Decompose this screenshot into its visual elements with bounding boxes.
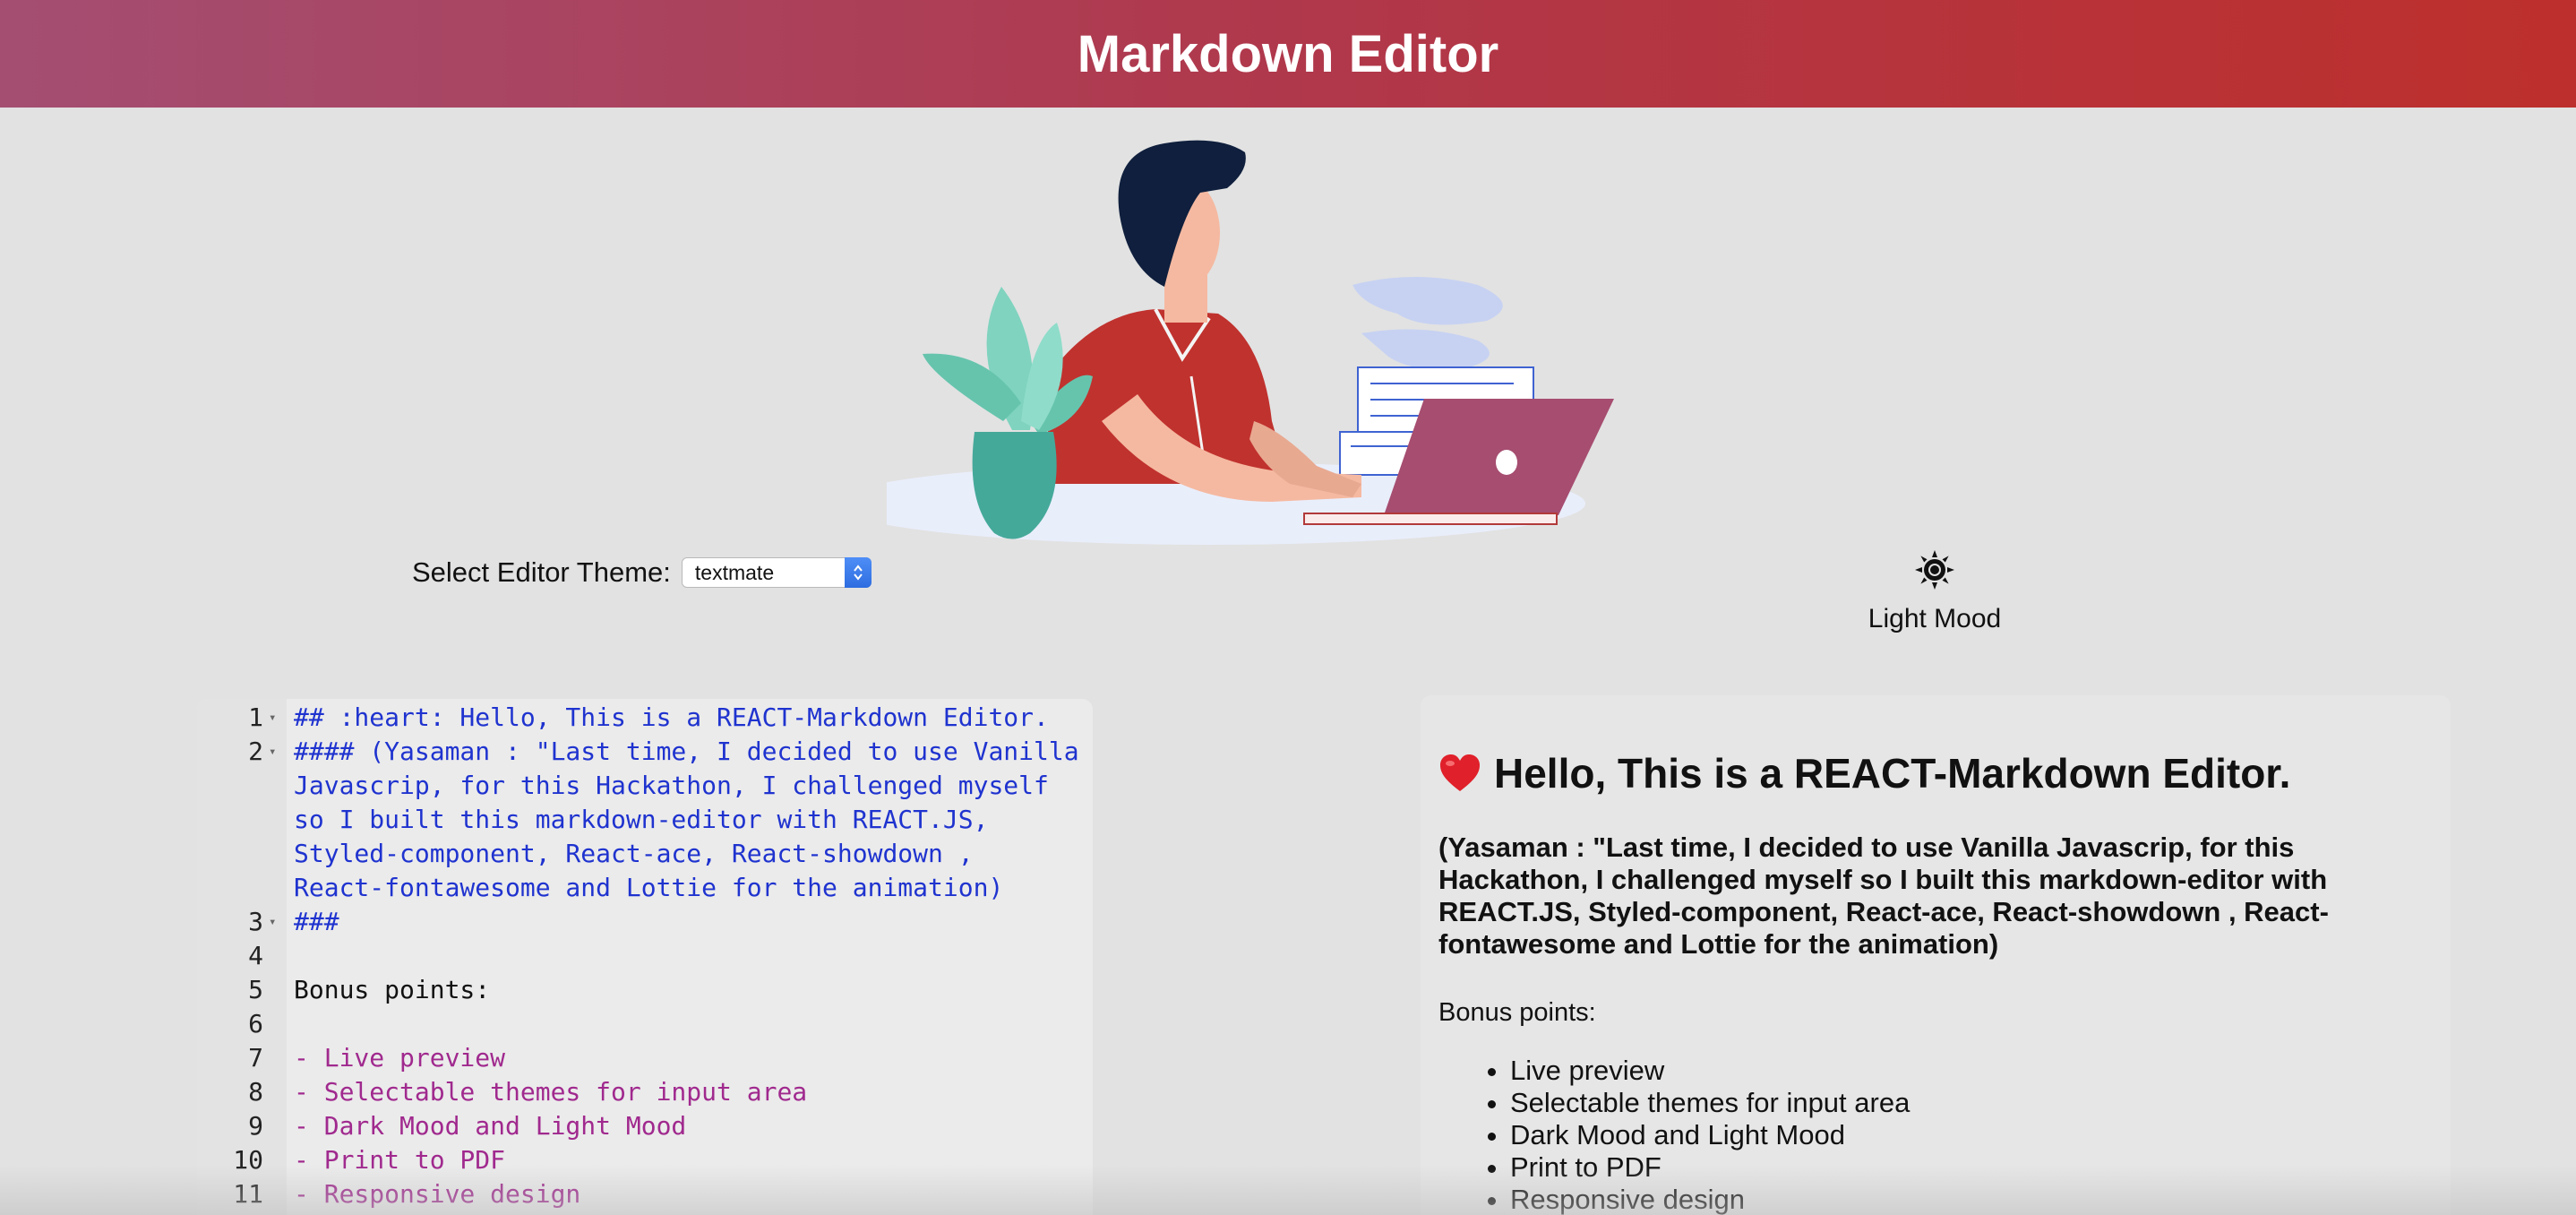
- list-item: Dark Mood and Light Mood: [1510, 1119, 2433, 1151]
- line-text: #### (Yasaman : "Last time, I decided to…: [294, 737, 1079, 766]
- preview-subheading: (Yasaman : "Last time, I decided to use …: [1438, 832, 2329, 960]
- editor-line[interactable]: React-fontawesome and Lottie for the ani…: [197, 871, 1093, 905]
- app-header: Markdown Editor: [0, 0, 2576, 108]
- line-number: 2: [248, 737, 263, 766]
- editor-line[interactable]: 2 ▾ #### (Yasaman : "Last time, I decided …: [197, 735, 1093, 769]
- developer-illustration: [887, 140, 1614, 545]
- editor-line[interactable]: 7 - Live preview: [197, 1041, 1093, 1075]
- editor-line[interactable]: so I built this markdown-editor with REA…: [197, 803, 1093, 837]
- mood-toggle-label: Light Mood: [1868, 604, 2002, 633]
- editor-line[interactable]: 1 ▾ ## :heart: Hello, This is a REACT-Mark…: [197, 701, 1093, 735]
- editor-line[interactable]: 9 - Dark Mood and Light Mood: [197, 1109, 1093, 1143]
- line-text: - Print to PDF: [294, 1145, 506, 1175]
- line-number: 9: [248, 1111, 263, 1141]
- theme-selector-row: Select Editor Theme: textmate: [412, 550, 872, 595]
- theme-select-dropdown[interactable]: textmate: [681, 557, 872, 588]
- line-text: so I built this markdown-editor with REA…: [294, 805, 989, 834]
- line-number: 10: [233, 1145, 263, 1175]
- line-text: React-fontawesome and Lottie for the ani…: [294, 873, 1004, 902]
- line-number: 7: [248, 1043, 263, 1073]
- list-item: Print to PDF: [1510, 1151, 2433, 1184]
- preview-heading: Hello, This is a REACT-Markdown Editor.: [1438, 749, 2433, 797]
- app-title: Markdown Editor: [1077, 24, 1499, 83]
- theme-select-value: textmate: [694, 560, 775, 584]
- line-text: Bonus points:: [294, 975, 491, 1004]
- editor-line[interactable]: Styled-component, React-ace, React-showd…: [197, 837, 1093, 871]
- line-text: - Dark Mood and Light Mood: [294, 1111, 687, 1141]
- updown-arrows-icon: [844, 557, 872, 588]
- markdown-preview: Hello, This is a REACT-Markdown Editor. …: [1421, 695, 2451, 1215]
- list-item: Responsive design: [1510, 1184, 2433, 1215]
- mood-toggle[interactable]: Light Mood: [1845, 548, 2024, 634]
- line-text: - Live preview: [294, 1043, 506, 1073]
- line-text: Styled-component, React-ace, React-showd…: [294, 839, 974, 868]
- sun-icon[interactable]: [1913, 548, 1956, 591]
- editor-line[interactable]: 11 - Responsive design: [197, 1177, 1093, 1211]
- line-number: 11: [233, 1179, 263, 1209]
- editor-line[interactable]: Javascrip, for this Hackathon, I challen…: [197, 769, 1093, 803]
- line-number: 6: [248, 1009, 263, 1038]
- line-number: 1: [248, 702, 263, 732]
- editor-line[interactable]: 8 - Selectable themes for input area: [197, 1075, 1093, 1109]
- line-text: Javascrip, for this Hackathon, I challen…: [294, 771, 1049, 800]
- editor-line[interactable]: 4: [197, 939, 1093, 973]
- editor-line[interactable]: 5 Bonus points:: [197, 973, 1093, 1007]
- heart-icon: [1440, 754, 1480, 791]
- markdown-editor[interactable]: 1 ▾ ## :heart: Hello, This is a REACT-Mark…: [197, 699, 1093, 1215]
- preview-heading-text: Hello, This is a REACT-Markdown Editor.: [1494, 750, 2291, 797]
- list-item: Live preview: [1510, 1055, 2433, 1087]
- editor-line[interactable]: 10 - Print to PDF: [197, 1143, 1093, 1177]
- preview-list: Live preview Selectable themes for input…: [1438, 1055, 2433, 1215]
- fold-arrow-icon[interactable]: ▾: [269, 735, 276, 769]
- line-text: ## :heart: Hello, This is a REACT-Markdo…: [294, 702, 1049, 732]
- preview-paragraph: Bonus points:: [1438, 998, 1596, 1027]
- list-item: Selectable themes for input area: [1510, 1087, 2433, 1119]
- line-number: 8: [248, 1077, 263, 1107]
- editor-line[interactable]: 6: [197, 1007, 1093, 1041]
- line-number: 5: [248, 975, 263, 1004]
- editor-line[interactable]: 3 ▾ ###: [197, 905, 1093, 939]
- line-number: 3: [248, 907, 263, 936]
- fold-arrow-icon[interactable]: ▾: [269, 701, 276, 735]
- fold-arrow-icon[interactable]: ▾: [269, 905, 276, 939]
- line-text: ###: [294, 907, 339, 936]
- theme-selector-label: Select Editor Theme:: [412, 556, 671, 588]
- line-text: - Responsive design: [294, 1179, 581, 1209]
- line-text: - Selectable themes for input area: [294, 1077, 808, 1107]
- line-number: 4: [248, 941, 263, 970]
